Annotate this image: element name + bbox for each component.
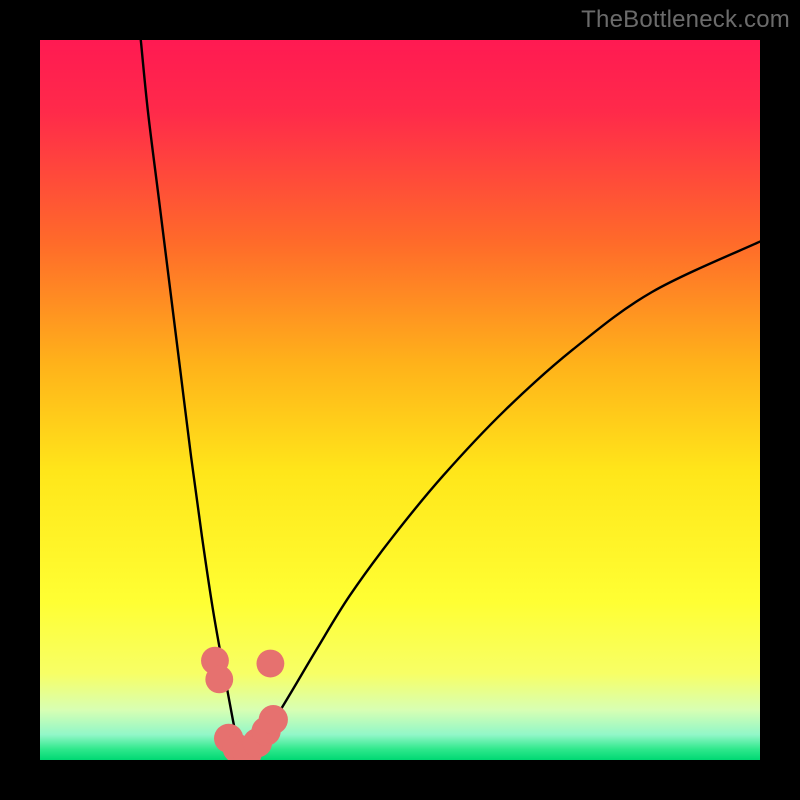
trough-markers [201, 647, 288, 760]
marker-dot [205, 665, 233, 693]
plot-area [40, 40, 760, 760]
marker-dot [256, 650, 284, 678]
marker-dot [259, 705, 288, 734]
curves-layer [40, 40, 760, 760]
watermark-text: TheBottleneck.com [581, 6, 790, 34]
curve-right [242, 242, 760, 757]
curve-left [141, 40, 242, 756]
chart-frame: TheBottleneck.com [0, 0, 800, 800]
